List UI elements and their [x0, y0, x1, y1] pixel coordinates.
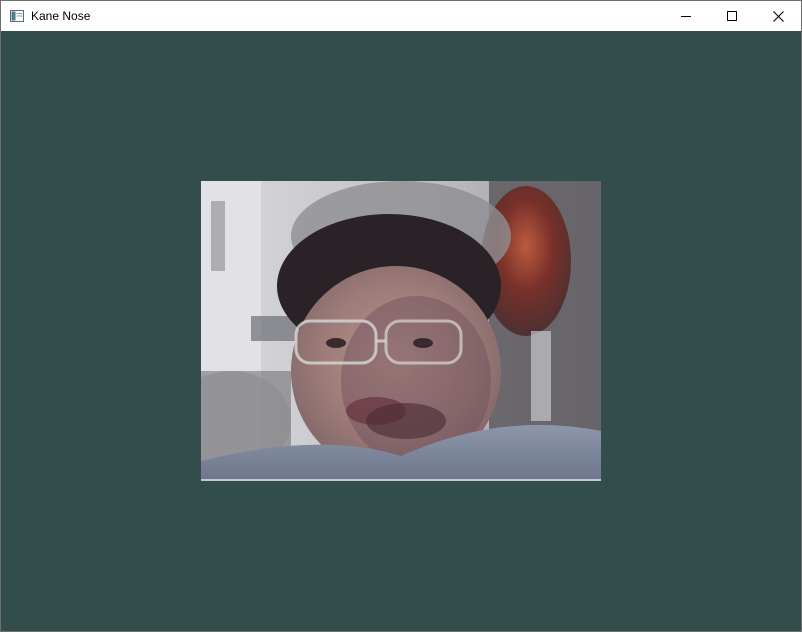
render-area[interactable]: [1, 31, 801, 631]
maximize-icon: [727, 11, 737, 21]
close-icon: [772, 10, 784, 22]
window-title: Kane Nose: [31, 9, 91, 23]
app-window-icon: [10, 9, 24, 22]
close-button[interactable]: [755, 1, 801, 31]
face-photo: [201, 181, 601, 481]
maximize-button[interactable]: [709, 1, 755, 31]
title-bar[interactable]: Kane Nose: [1, 1, 801, 31]
minimize-button[interactable]: [663, 1, 709, 31]
app-window: Kane Nose: [0, 0, 802, 632]
minimize-icon: [681, 16, 691, 17]
